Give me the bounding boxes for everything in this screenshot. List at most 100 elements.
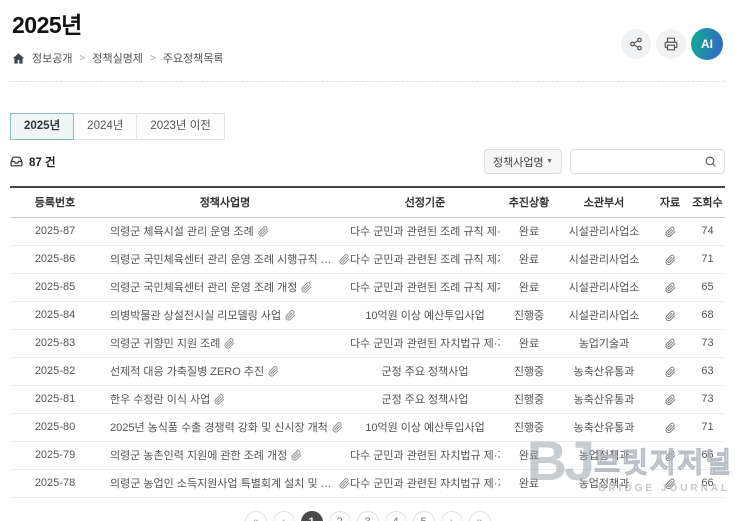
ai-assistant-button[interactable]: AI	[691, 28, 723, 60]
chevron-down-icon: ▼	[546, 158, 553, 165]
policy-name-link[interactable]: 의령군 농업인 소득지원사업 특별회계 설치 및 운용 조례..	[110, 475, 350, 491]
year-tabs: 2025년 2024년 2023년 이전	[10, 113, 725, 140]
pagination-page-3[interactable]: 3	[356, 510, 379, 521]
department: 시설관리사업소	[568, 226, 640, 238]
department: 시설관리사업소	[568, 310, 640, 322]
table-row: 2025-82 선제적 대응 가축질병 ZERO 추진 군정 주요 정책사업 진…	[10, 357, 725, 385]
policy-name-cell: 한우 수정란 이식 사업	[100, 385, 350, 413]
attachment-icon[interactable]	[664, 450, 676, 461]
attachment-cell	[650, 441, 690, 469]
policy-name-link[interactable]: 의병박물관 상설전시실 리모델링 사업	[110, 307, 296, 323]
status-badge: 완료	[518, 226, 540, 238]
table-row: 2025-87 의령군 체육시설 관리 운영 조례 다수 군민과 관련된 조례 …	[10, 217, 725, 245]
policy-name-cell: 의령군 국민체육센터 관리 운영 조례 시행규칙 개정	[100, 245, 350, 273]
pagination-page-4[interactable]: 4	[384, 510, 407, 521]
search-field-selected: 정책사업명	[493, 156, 544, 169]
registration-number: 2025-85	[34, 281, 76, 293]
attachment-icon[interactable]	[224, 337, 235, 349]
attachment-icon[interactable]	[332, 421, 343, 433]
pagination-page-5[interactable]: 5	[412, 510, 435, 521]
attachment-icon[interactable]	[291, 449, 302, 461]
search-input[interactable]	[578, 155, 704, 168]
policy-name-cell: 의령군 체육시설 관리 운영 조례	[100, 217, 350, 245]
policy-list-page: 2025년 정보공개 > 정책실명제 > 주요정책목록 AI 2025년 202…	[0, 0, 735, 521]
col-header-status: 추진상황	[508, 197, 550, 210]
policy-name-link[interactable]: 2025년 농식품 수출 경쟁력 강화 및 신시장 개척	[110, 419, 343, 435]
policy-name-link[interactable]: 의령군 귀향민 지원 조례	[110, 335, 235, 351]
selection-criteria: 다수 군민과 관련된 조례 규칙 제개정	[350, 254, 500, 266]
status-badge: 진행중	[513, 366, 545, 378]
status-badge: 완료	[518, 338, 540, 350]
attachment-icon[interactable]	[339, 253, 350, 265]
table-row: 2025-85 의령군 국민체육센터 관리 운영 조례 개정 다수 군민과 관련…	[10, 273, 725, 301]
page-title: 2025년	[12, 12, 82, 38]
attachment-icon[interactable]	[664, 366, 676, 377]
search-icon[interactable]	[704, 155, 717, 168]
tab-2023-earlier[interactable]: 2023년 이전	[136, 113, 225, 140]
attachment-icon[interactable]	[664, 394, 676, 405]
attachment-icon[interactable]	[664, 282, 676, 293]
policy-name-link[interactable]: 한우 수정란 이식 사업	[110, 391, 225, 407]
policy-name-link[interactable]: 의령군 농촌인력 지원에 관한 조례 개정	[110, 447, 302, 463]
selection-criteria: 다수 군민과 관련된 조례 규칙 제·개정 사항	[350, 226, 500, 238]
selection-criteria: 다수 군민과 관련된 자치법규 제·개정사항	[350, 338, 500, 350]
status-badge: 완료	[518, 478, 540, 490]
pagination-page-1[interactable]: 1	[300, 510, 323, 521]
attachment-icon[interactable]	[664, 478, 676, 489]
pagination-first-button[interactable]: «	[244, 510, 267, 521]
tab-2025[interactable]: 2025년	[10, 113, 75, 140]
attachment-icon[interactable]	[339, 477, 350, 489]
policy-name-link[interactable]: 선제적 대응 가축질병 ZERO 추진	[110, 363, 279, 379]
pagination-last-button[interactable]: »	[468, 510, 491, 521]
print-button[interactable]	[656, 29, 686, 59]
attachment-cell	[650, 217, 690, 245]
selection-criteria: 군정 주요 정책사업	[381, 394, 469, 406]
share-button[interactable]	[621, 29, 651, 59]
col-header-reg-no: 등록번호	[34, 197, 76, 210]
registration-number: 2025-86	[34, 253, 76, 265]
department: 시설관리사업소	[568, 282, 640, 294]
table-row: 2025-78 의령군 농업인 소득지원사업 특별회계 설치 및 운용 조례..…	[10, 469, 725, 497]
department: 농축산유통과	[573, 394, 635, 406]
view-count: 71	[701, 421, 714, 433]
registration-number: 2025-79	[34, 449, 76, 461]
pagination-page-2[interactable]: 2	[328, 510, 351, 521]
attachment-icon[interactable]	[664, 422, 676, 433]
policy-name-cell: 의령군 귀향민 지원 조례	[100, 329, 350, 357]
selection-criteria: 10억원 이상 예산투입사업	[365, 310, 485, 322]
breadcrumb-item-policy-realname[interactable]: 정책실명제	[92, 50, 143, 66]
view-count: 73	[701, 393, 714, 405]
attachment-icon[interactable]	[285, 309, 296, 321]
breadcrumb-item-policy-list[interactable]: 주요정책목록	[163, 50, 224, 66]
breadcrumb-item-info[interactable]: 정보공개	[32, 50, 72, 66]
attachment-icon[interactable]	[664, 226, 676, 237]
view-count: 73	[701, 337, 714, 349]
status-badge: 진행중	[513, 394, 545, 406]
department: 농축산유통과	[573, 422, 635, 434]
policy-name-cell: 의병박물관 상설전시실 리모델링 사업	[100, 301, 350, 329]
pagination-prev-button[interactable]: ‹	[272, 510, 295, 521]
attachment-icon[interactable]	[664, 310, 676, 321]
col-header-attachment: 자료	[659, 197, 681, 210]
registration-number: 2025-84	[34, 309, 76, 321]
attachment-icon[interactable]	[301, 281, 312, 293]
attachment-icon[interactable]	[268, 365, 279, 377]
attachment-icon[interactable]	[214, 393, 225, 405]
attachment-icon[interactable]	[258, 225, 269, 237]
status-badge: 완료	[518, 450, 540, 462]
attachment-cell	[650, 385, 690, 413]
policy-name-link[interactable]: 의령군 체육시설 관리 운영 조례	[110, 223, 269, 239]
list-toolbar: 87 건 정책사업명 ▼	[10, 149, 725, 174]
breadcrumb: 정보공개 > 정책실명제 > 주요정책목록	[12, 50, 725, 66]
attachment-icon[interactable]	[664, 254, 676, 265]
view-count: 71	[701, 253, 714, 265]
search-field-select[interactable]: 정책사업명 ▼	[484, 149, 562, 174]
pagination-next-button[interactable]: ›	[440, 510, 463, 521]
policy-name-link[interactable]: 의령군 국민체육센터 관리 운영 조례 시행규칙 개정	[110, 251, 350, 267]
result-count-label: 87 건	[29, 156, 56, 169]
attachment-icon[interactable]	[664, 338, 676, 349]
home-icon[interactable]	[12, 52, 25, 65]
tab-2024[interactable]: 2024년	[73, 113, 138, 140]
header-divider	[10, 81, 725, 82]
policy-name-link[interactable]: 의령군 국민체육센터 관리 운영 조례 개정	[110, 279, 312, 295]
